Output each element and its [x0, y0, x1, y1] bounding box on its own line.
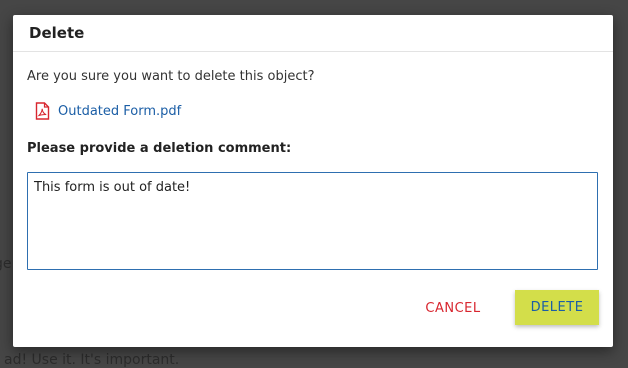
delete-dialog: Delete Are you sure you want to delete t…	[13, 15, 613, 347]
file-link[interactable]: Outdated Form.pdf	[35, 102, 181, 120]
dialog-header: Delete	[13, 15, 613, 52]
delete-button[interactable]: DELETE	[515, 290, 599, 325]
background-text-fragment-bottom: ad! Use it. It's important.	[4, 352, 180, 368]
file-name[interactable]: Outdated Form.pdf	[58, 104, 181, 119]
cancel-button[interactable]: CANCEL	[411, 291, 495, 325]
confirmation-question: Are you sure you want to delete this obj…	[27, 69, 315, 84]
dialog-title: Delete	[29, 24, 85, 42]
background-text-fragment: ge	[0, 256, 12, 272]
deletion-comment-input[interactable]: This form is out of date!	[27, 172, 598, 270]
comment-label: Please provide a deletion comment:	[27, 141, 292, 156]
pdf-file-icon	[35, 102, 50, 120]
